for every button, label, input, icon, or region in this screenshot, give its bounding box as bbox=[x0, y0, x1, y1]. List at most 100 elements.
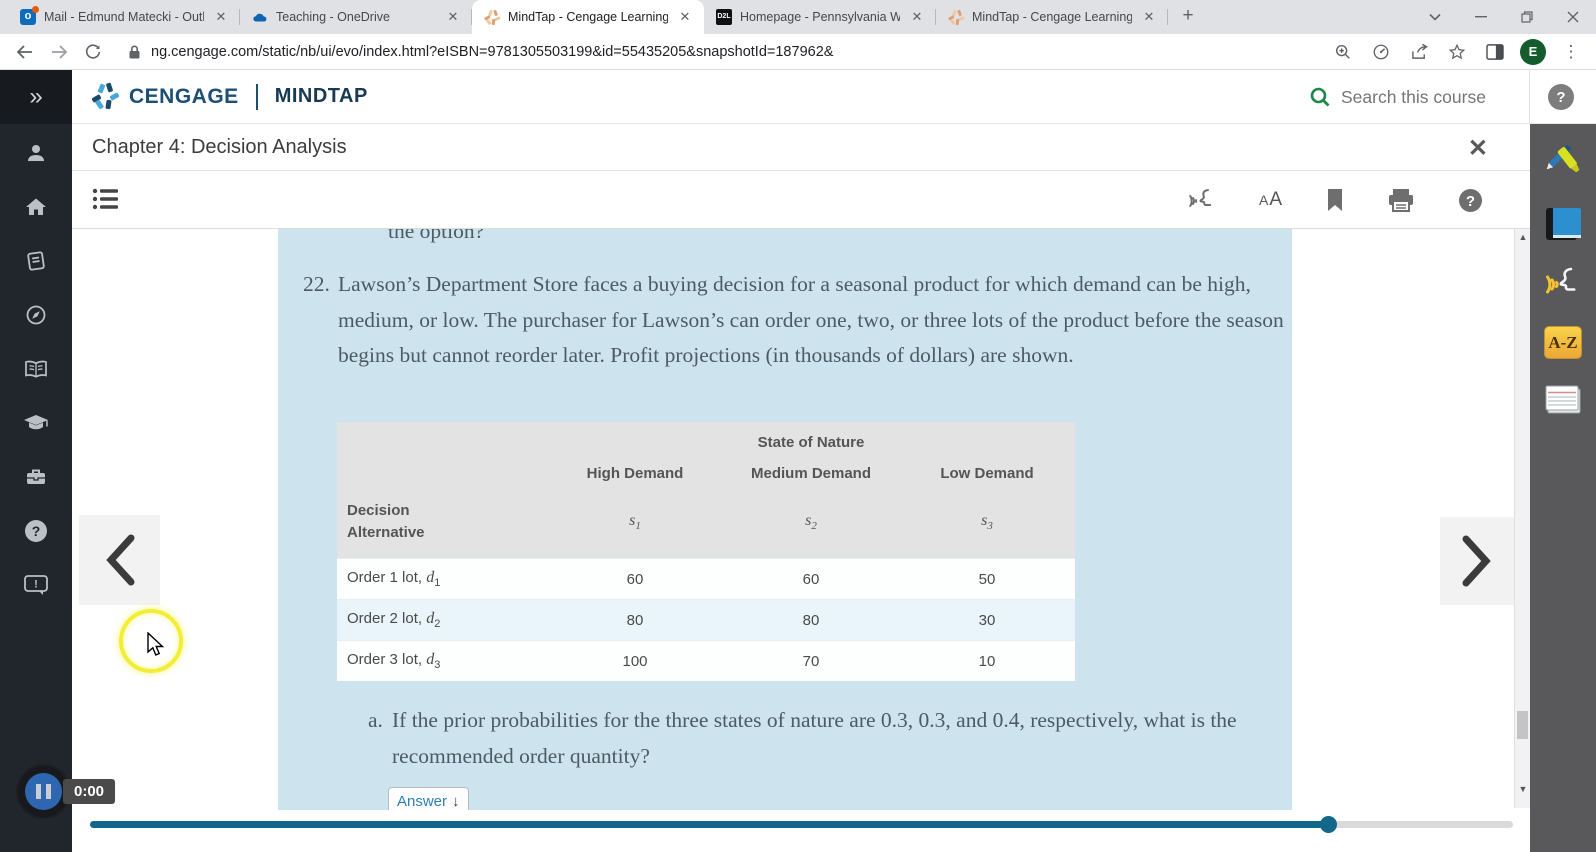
answer-button[interactable]: Answer ↓ bbox=[388, 787, 469, 810]
scroll-up-icon[interactable]: ▲ bbox=[1518, 232, 1528, 242]
close-reading-icon[interactable]: ✕ bbox=[1468, 134, 1488, 163]
ebook-icon[interactable] bbox=[1543, 206, 1583, 242]
question-part-a: a. If the prior probabilities for the th… bbox=[368, 703, 1292, 774]
content-scrollbar[interactable]: ▲ ▼ bbox=[1514, 229, 1530, 808]
feedback-icon[interactable]: ! bbox=[23, 572, 49, 598]
audio-player: 0:00 bbox=[18, 766, 116, 817]
minimize-icon[interactable] bbox=[1458, 0, 1504, 34]
reading-panel: the option? 22. Lawson’s Department Stor… bbox=[278, 229, 1292, 810]
window-controls bbox=[1412, 0, 1596, 34]
restore-icon[interactable] bbox=[1504, 0, 1550, 34]
tab-mindtap-active[interactable]: MindTap - Cengage Learning ✕ bbox=[472, 0, 704, 34]
tab-close-icon[interactable]: ✕ bbox=[1140, 8, 1158, 26]
briefcase-icon[interactable] bbox=[23, 464, 49, 490]
zoom-icon[interactable] bbox=[1328, 37, 1358, 67]
text-size-button[interactable]: AA bbox=[1259, 189, 1283, 211]
highlighter-pencil-icon[interactable] bbox=[1542, 140, 1584, 182]
chapter-bar: Chapter 4: Decision Analysis ✕ bbox=[72, 124, 1530, 171]
payoff-table: State of Nature High Demand Medium Deman… bbox=[337, 422, 1075, 681]
part-label: a. bbox=[368, 708, 383, 732]
notebook-icon[interactable] bbox=[23, 248, 49, 274]
problem-22: 22. Lawson’s Department Store faces a bu… bbox=[303, 267, 1288, 374]
app-left-sidebar: » ? ! bbox=[0, 70, 72, 852]
tab-title: MindTap - Cengage Learning bbox=[972, 10, 1132, 24]
previous-question-tail: the option? bbox=[388, 229, 485, 243]
bookmark-icon[interactable] bbox=[1325, 187, 1345, 213]
answer-expand-icon: ↓ bbox=[452, 792, 460, 810]
home-icon[interactable] bbox=[23, 194, 49, 220]
expand-sidebar-icon[interactable]: » bbox=[0, 70, 72, 124]
state-var-2: s2 bbox=[805, 511, 817, 533]
share-icon[interactable] bbox=[1404, 37, 1434, 67]
back-icon[interactable] bbox=[10, 37, 40, 67]
help-icon[interactable]: ? bbox=[23, 518, 49, 544]
tab-title: MindTap - Cengage Learning bbox=[508, 10, 668, 24]
search-input[interactable] bbox=[1341, 86, 1506, 108]
cengage-spark-icon bbox=[91, 81, 120, 111]
d2l-icon: D2L bbox=[716, 9, 732, 25]
tab-close-icon[interactable]: ✕ bbox=[908, 8, 926, 26]
progress-handle[interactable] bbox=[1320, 816, 1337, 833]
tab-title: Teaching - OneDrive bbox=[276, 10, 390, 24]
state-var-3: s3 bbox=[981, 511, 993, 533]
tab-search-icon[interactable] bbox=[1412, 0, 1458, 34]
next-page-button[interactable] bbox=[1440, 517, 1514, 605]
compass-icon[interactable] bbox=[23, 302, 49, 328]
profile-avatar[interactable]: E bbox=[1520, 38, 1546, 65]
tab-close-icon[interactable]: ✕ bbox=[676, 8, 694, 26]
performance-icon[interactable] bbox=[1366, 37, 1396, 67]
progress-slider[interactable] bbox=[90, 816, 1513, 833]
notecards-icon[interactable] bbox=[1543, 383, 1583, 417]
notification-dot bbox=[32, 6, 39, 13]
mindtap-spark-icon bbox=[484, 9, 501, 25]
outlook-icon: o bbox=[20, 6, 39, 25]
readspeaker-icon[interactable] bbox=[1543, 266, 1583, 302]
open-book-icon[interactable] bbox=[23, 356, 49, 382]
tab-outlook[interactable]: o Mail - Edmund Matecki - Outloo ✕ bbox=[8, 0, 240, 34]
pause-icon bbox=[25, 773, 62, 810]
browser-menu-icon[interactable]: ⋮ bbox=[1556, 37, 1586, 67]
forward-icon[interactable] bbox=[44, 37, 74, 67]
app-help-icon[interactable]: ? bbox=[1548, 84, 1574, 110]
header-divider bbox=[1529, 70, 1530, 124]
tab-onedrive[interactable]: Teaching - OneDrive ✕ bbox=[240, 0, 472, 34]
tab-close-icon[interactable]: ✕ bbox=[212, 8, 230, 26]
mindtap-header: CENGAGE MINDTAP ? bbox=[72, 70, 1596, 124]
print-icon[interactable] bbox=[1387, 187, 1415, 213]
svg-text:?: ? bbox=[32, 523, 41, 539]
toolbar-help-icon[interactable]: ? bbox=[1457, 187, 1484, 214]
graduation-cap-icon[interactable] bbox=[23, 410, 49, 436]
bookmark-star-icon[interactable] bbox=[1442, 37, 1472, 67]
tab-mindtap-2[interactable]: MindTap - Cengage Learning ✕ bbox=[936, 0, 1168, 34]
screen: o Mail - Edmund Matecki - Outloo ✕ Teach… bbox=[0, 0, 1596, 852]
progress-fill bbox=[90, 821, 1328, 828]
lock-icon bbox=[129, 45, 140, 58]
svg-text:!: ! bbox=[34, 579, 38, 591]
readspeaker-icon[interactable] bbox=[1187, 186, 1217, 214]
course-search[interactable] bbox=[1309, 70, 1506, 124]
tab-title: Mail - Edmund Matecki - Outloo bbox=[44, 10, 204, 24]
address-bar[interactable]: ng.cengage.com/static/nb/ui/evo/index.ht… bbox=[116, 37, 1320, 66]
new-tab-button[interactable]: + bbox=[1174, 3, 1202, 31]
dictionary-icon[interactable]: A-Z bbox=[1544, 326, 1582, 359]
table-of-contents-icon[interactable] bbox=[92, 186, 120, 212]
reader-content-area: the option? 22. Lawson’s Department Stor… bbox=[72, 229, 1530, 810]
tab-close-icon[interactable]: ✕ bbox=[444, 8, 462, 26]
tab-d2l[interactable]: D2L Homepage - Pennsylvania Weste ✕ bbox=[704, 0, 936, 34]
table-span-header: State of Nature bbox=[757, 434, 865, 451]
reader-toolbar: AA ? bbox=[72, 171, 1530, 229]
pause-button[interactable] bbox=[18, 766, 69, 817]
profile-icon[interactable] bbox=[23, 140, 49, 166]
problem-number: 22. bbox=[303, 272, 330, 296]
scroll-down-icon[interactable]: ▼ bbox=[1518, 784, 1528, 794]
toolbar-extensions: E ⋮ bbox=[1326, 37, 1588, 67]
close-window-icon[interactable] bbox=[1550, 0, 1596, 34]
brand-divider bbox=[255, 83, 258, 110]
table-row: Order 1 lot, d1 60 60 50 bbox=[337, 558, 1075, 599]
scrollbar-thumb[interactable] bbox=[1517, 711, 1528, 739]
svg-text:?: ? bbox=[1466, 193, 1475, 210]
dictionary-label: A-Z bbox=[1548, 332, 1578, 352]
side-panel-icon[interactable] bbox=[1480, 37, 1510, 67]
reload-icon[interactable] bbox=[78, 37, 108, 67]
previous-page-button[interactable] bbox=[79, 515, 160, 605]
